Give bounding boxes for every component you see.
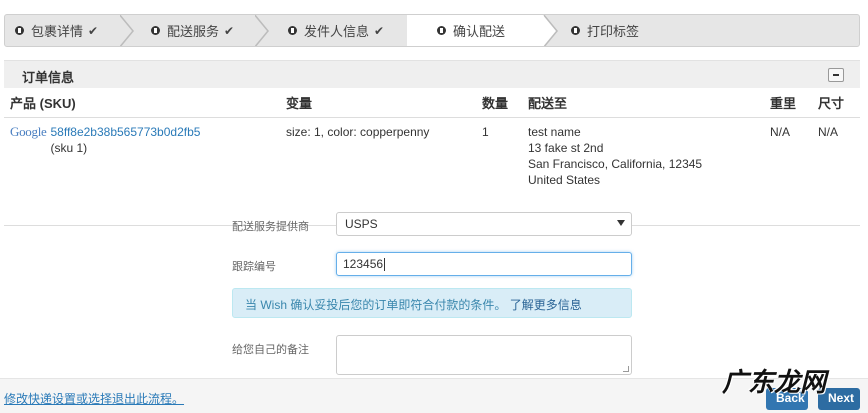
step-number-icon [571,26,580,35]
chevron-divider [253,15,267,46]
table-header-row: 产品 (SKU) 变量 数量 配送至 重里 尺寸 [4,89,860,118]
column-header-weight: 重里 [764,89,812,118]
product-cell: Google 58ff8e2b38b565773b0d2fb5 (sku 1) [4,117,280,226]
step-sender-info[interactable]: 发件人信息 ✔ [270,15,407,46]
watermark-logo: 广东龙网 [722,367,827,397]
table-row: Google 58ff8e2b38b565773b0d2fb5 (sku 1) … [4,117,860,226]
step-label: 配送服务 [167,24,220,39]
order-table: 产品 (SKU) 变量 数量 配送至 重里 尺寸 Google 58ff8e2b… [4,89,860,226]
ship-to-street: 13 fake st 2nd [528,140,604,155]
ship-to-country: United States [528,172,601,187]
wizard-steps: 包裹详情 ✔ 配送服务 ✔ 发件人信息 ✔ 确认配送 打印标签 [4,14,860,47]
chevron-divider [118,15,132,46]
carrier-selected-value: USPS [345,217,378,231]
resize-grip-icon[interactable] [623,366,629,372]
carrier-select[interactable]: USPS [336,212,632,236]
step-print-label[interactable]: 打印标签 [557,15,757,46]
variant-cell: size: 1, color: copperpenny [280,117,476,226]
column-header-quantity: 数量 [476,89,522,118]
step-label: 确认配送 [453,24,506,39]
product-sku-link[interactable]: 58ff8e2b38b565773b0d2fb5 [50,124,200,140]
step-number-icon [15,26,24,35]
check-icon: ✔ [224,23,235,38]
learn-more-link[interactable]: 了解更多信息 [510,298,582,312]
step-label: 打印标签 [587,24,640,39]
dropdown-arrow-icon [617,220,625,226]
order-info-header: 订单信息 [4,60,860,88]
column-header-ship-to: 配送至 [522,89,764,118]
chevron-divider [542,15,556,46]
column-header-product: 产品 (SKU) [4,89,280,118]
panel-title: 订单信息 [22,70,75,85]
ship-to-name: test name [528,124,581,139]
sku-label: (sku 1) [50,140,88,155]
carrier-label: 配送服务提供商 [232,220,309,233]
notice-text: 当 Wish 确认妥投后您的订单即符合付款的条件。 [245,298,507,312]
text-cursor [384,258,386,272]
size-cell: N/A [812,117,860,226]
modify-settings-link[interactable]: 修改快递设置或选择退出此流程。 [4,390,184,407]
quantity-cell: 1 [476,117,522,226]
tracking-label: 跟踪编号 [232,260,276,273]
step-number-icon [288,26,297,35]
tracking-number-input[interactable]: 123456 [336,252,632,276]
tracking-number-value: 123456 [343,257,384,271]
payment-notice-alert: 当 Wish 确认妥投后您的订单即符合付款的条件。 了解更多信息 [232,288,632,318]
ship-to-cell: test name 13 fake st 2nd San Francisco, … [522,117,764,226]
google-logo: Google [10,123,47,139]
note-textarea[interactable] [336,335,632,375]
check-icon: ✔ [88,23,99,38]
step-number-icon [437,26,446,35]
note-label: 给您自己的备注 [232,343,309,356]
step-number-icon [151,26,160,35]
step-shipping-service[interactable]: 配送服务 ✔ [135,15,255,46]
check-icon: ✔ [374,23,385,38]
collapse-button[interactable] [828,68,844,82]
weight-cell: N/A [764,117,812,226]
step-package-details[interactable]: 包裹详情 ✔ [5,15,120,46]
column-header-size: 尺寸 [812,89,860,118]
ship-to-city: San Francisco, California, 12345 [528,156,703,171]
step-label: 包裹详情 [31,24,84,39]
step-label: 发件人信息 [304,24,370,39]
column-header-variant: 变量 [280,89,476,118]
step-confirm-shipping[interactable]: 确认配送 [407,15,542,46]
